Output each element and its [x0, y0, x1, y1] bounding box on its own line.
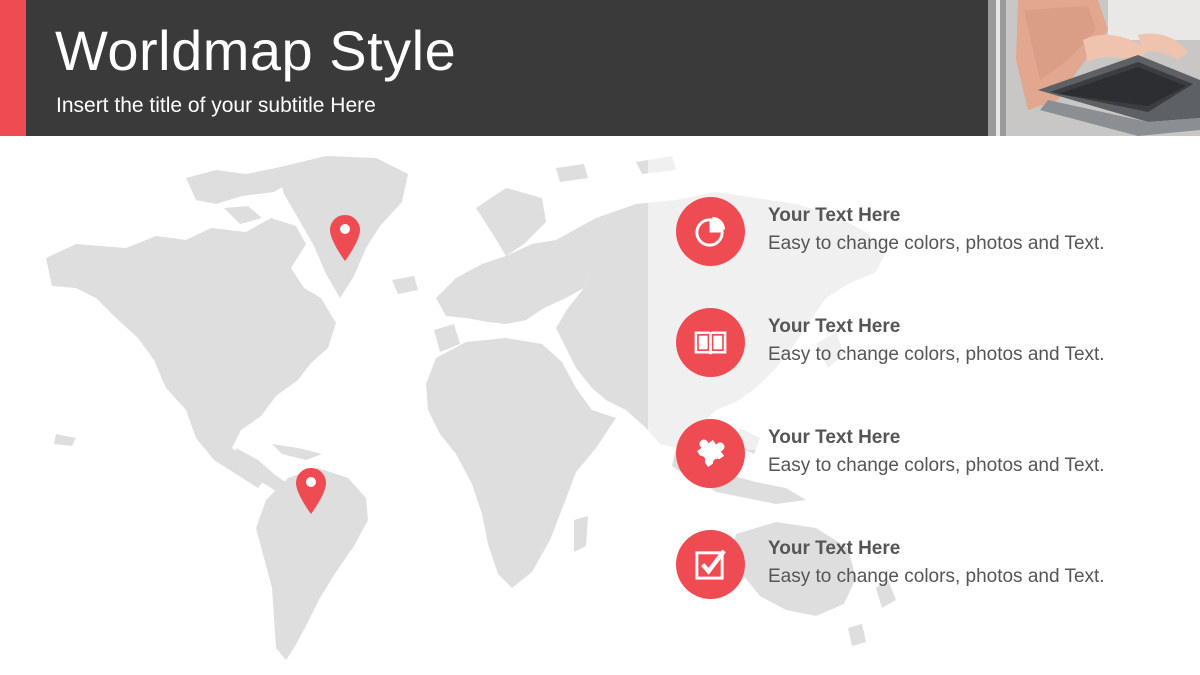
- page-subtitle: Insert the title of your subtitle Here: [56, 94, 376, 117]
- feature-icon-badge: [676, 197, 745, 266]
- feature-description: Easy to change colors, photos and Text.: [768, 566, 1105, 587]
- feature-item: Your Text Here Easy to change colors, ph…: [676, 530, 1176, 600]
- book-icon: [694, 331, 727, 355]
- feature-title: Your Text Here: [768, 205, 901, 226]
- feature-icon-badge: [676, 530, 745, 599]
- feature-icon-badge: [676, 419, 745, 488]
- location-pin-icon[interactable]: [296, 468, 326, 514]
- map-fade-overlay: [648, 140, 1200, 450]
- feature-title: Your Text Here: [768, 427, 901, 448]
- puzzle-icon: [696, 439, 725, 468]
- page-title: Worldmap Style: [55, 19, 457, 82]
- header-banner: Worldmap Style Insert the title of your …: [0, 0, 1200, 136]
- feature-title: Your Text Here: [768, 316, 901, 337]
- feature-item: Your Text Here Easy to change colors, ph…: [676, 308, 1176, 378]
- pie-chart-icon: [695, 216, 726, 247]
- checkbox-icon: [695, 549, 726, 580]
- feature-description: Easy to change colors, photos and Text.: [768, 233, 1105, 254]
- feature-item: Your Text Here Easy to change colors, ph…: [676, 419, 1176, 489]
- laptop-typing-photo: [988, 0, 1200, 136]
- feature-description: Easy to change colors, photos and Text.: [768, 455, 1105, 476]
- location-pin-icon[interactable]: [330, 215, 360, 261]
- feature-description: Easy to change colors, photos and Text.: [768, 344, 1105, 365]
- feature-item: Your Text Here Easy to change colors, ph…: [676, 197, 1176, 267]
- feature-title: Your Text Here: [768, 538, 901, 559]
- feature-icon-badge: [676, 308, 745, 377]
- accent-bar: [0, 0, 26, 136]
